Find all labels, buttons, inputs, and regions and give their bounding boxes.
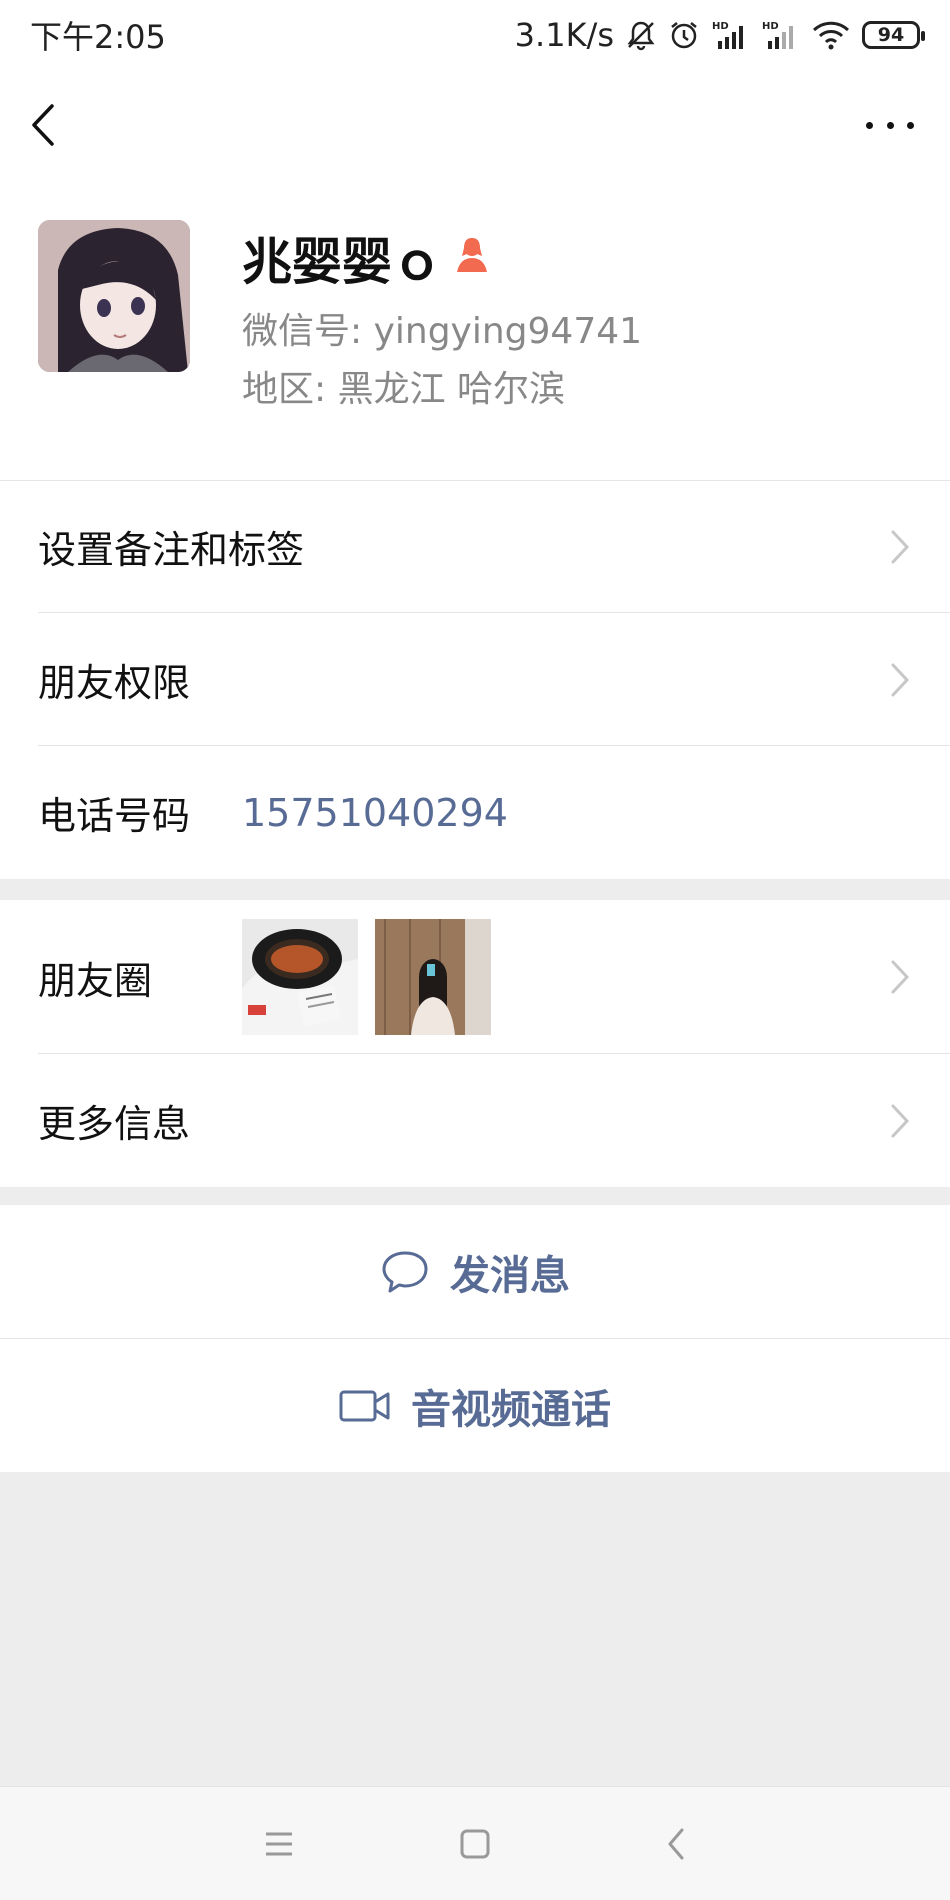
menu-icon (266, 1832, 292, 1856)
chevron-left-icon (668, 1828, 684, 1860)
home-square-icon (460, 1829, 490, 1859)
chevron-right-icon (891, 663, 910, 696)
back-button[interactable] (30, 100, 70, 150)
wifi-icon (812, 20, 850, 50)
profile-name: 兆婴婴ｏ (242, 233, 442, 291)
video-call-label: 音视频通话 (411, 1386, 611, 1433)
network-speed: 3.1K/s (514, 16, 614, 54)
remark-tags-row[interactable]: 设置备注和标签 (0, 480, 950, 613)
phone-row: 电话号码 15751040294 (0, 746, 950, 879)
menu-button[interactable] (257, 1822, 301, 1866)
remark-tags-label: 设置备注和标签 (38, 528, 305, 572)
send-message-button[interactable]: 发消息 (0, 1205, 950, 1338)
chevron-left-icon (32, 104, 54, 146)
system-back-button[interactable] (654, 1822, 698, 1866)
moments-thumbnail (375, 919, 491, 1035)
svg-text:HD: HD (762, 21, 779, 32)
status-bar: 下午2:05 3.1K/s HD HD 94 (0, 0, 950, 70)
chevron-right-icon (891, 960, 910, 994)
profile-header: 兆婴婴ｏ 微信号: yingying94741 地区: 黑龙江 哈尔滨 (0, 180, 950, 480)
hd-signal-icon: HD (762, 19, 800, 51)
friend-permission-label: 朋友权限 (38, 661, 191, 705)
more-dot-icon (907, 121, 914, 129)
phone-number-link[interactable]: 15751040294 (242, 791, 508, 835)
more-info-label: 更多信息 (38, 1102, 191, 1146)
moments-thumbnail (242, 919, 358, 1035)
hd-signal-icon: HD (712, 19, 750, 51)
video-call-button[interactable]: 音视频通话 (0, 1339, 950, 1472)
moments-row[interactable]: 朋友圈 (0, 900, 950, 1054)
wechat-id: 微信号: yingying94741 (242, 311, 643, 352)
avatar[interactable] (38, 220, 190, 372)
alarm-icon (668, 19, 700, 51)
more-dot-icon (886, 121, 894, 129)
status-icons: 3.1K/s HD HD 94 (514, 16, 925, 54)
home-button[interactable] (453, 1822, 497, 1866)
more-options-button[interactable] (866, 110, 914, 140)
more-info-row[interactable]: 更多信息 (0, 1054, 950, 1187)
video-camera-icon (339, 1390, 390, 1421)
female-icon (452, 236, 492, 280)
region: 地区: 黑龙江 哈尔滨 (242, 369, 566, 410)
moments-group: 朋友圈 更多信息 (0, 900, 950, 1187)
settings-group: 设置备注和标签 朋友权限 电话号码 15751040294 (0, 480, 950, 879)
status-time: 下午2:05 (30, 18, 166, 56)
phone-label: 电话号码 (38, 794, 191, 838)
chevron-right-icon (891, 1104, 910, 1137)
chevron-right-icon (891, 530, 910, 563)
battery-icon: 94 (862, 21, 925, 49)
friend-permission-row[interactable]: 朋友权限 (0, 613, 950, 746)
profile-name-row: 兆婴婴ｏ (242, 222, 492, 294)
nav-bar (0, 70, 950, 180)
svg-text:HD: HD (712, 21, 729, 32)
moments-label: 朋友圈 (38, 958, 153, 1003)
mute-bell-icon (626, 19, 656, 51)
more-dot-icon (866, 121, 873, 129)
system-nav-bar (0, 1786, 950, 1900)
chat-bubble-icon (382, 1251, 428, 1292)
send-message-label: 发消息 (450, 1252, 570, 1299)
